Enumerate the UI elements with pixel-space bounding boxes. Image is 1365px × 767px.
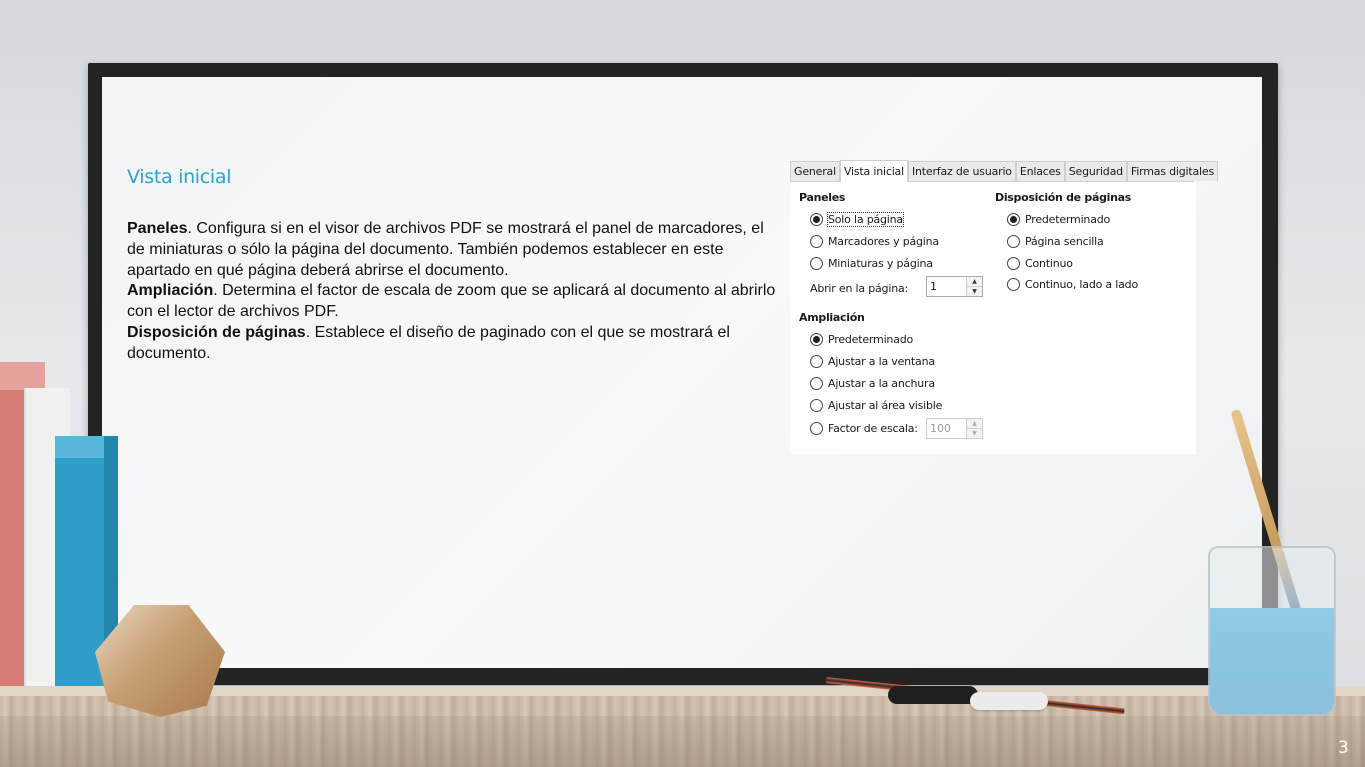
- zoom-option-default[interactable]: Predeterminado: [810, 331, 913, 347]
- tab-initial-view[interactable]: Vista inicial: [839, 160, 908, 182]
- panels-section-label: Paneles: [799, 191, 846, 204]
- radio-icon: [810, 398, 823, 412]
- option-label: Predeterminado: [828, 332, 914, 346]
- option-label: Continuo, lado a lado: [1025, 277, 1138, 291]
- option-label: Miniaturas y página: [828, 256, 933, 270]
- slide-body: Paneles. Configura si en el visor de arc…: [127, 219, 779, 365]
- radio-selected-icon: [810, 332, 823, 346]
- option-label: Marcadores y página: [828, 234, 939, 248]
- black-marker: [888, 686, 978, 704]
- open-page-label: Abrir en la página:: [810, 281, 909, 295]
- option-label: Ajustar a la ventana: [828, 354, 935, 368]
- zoom-option-fit-visible[interactable]: Ajustar al área visible: [810, 397, 942, 413]
- scale-factor-spinner[interactable]: 100 ▲ ▼: [926, 418, 983, 439]
- spinner-arrows: ▲ ▼: [966, 419, 982, 438]
- zoom-option-fit-width[interactable]: Ajustar a la anchura: [810, 375, 935, 391]
- radio-icon: [810, 376, 823, 390]
- paragraph-heading-panels: Paneles: [127, 220, 188, 237]
- spin-down-icon[interactable]: ▼: [967, 287, 982, 296]
- slide-title: Vista inicial: [127, 166, 232, 188]
- option-label: Página sencilla: [1025, 234, 1104, 248]
- zoom-section-label: Ampliación: [799, 311, 865, 324]
- radio-icon: [810, 421, 823, 435]
- paragraph-text-panels: . Configura si en el visor de archivos P…: [127, 220, 764, 279]
- option-label: Ajustar al área visible: [828, 398, 943, 412]
- panels-option-page-only[interactable]: Solo la página: [810, 211, 904, 227]
- tab-digital-signatures[interactable]: Firmas digitales: [1126, 161, 1219, 181]
- tab-general[interactable]: General: [790, 161, 840, 181]
- radio-icon: [1007, 256, 1020, 270]
- paragraph-text-zoom: . Determina el factor de escala de zoom …: [127, 282, 776, 321]
- tab-security[interactable]: Seguridad: [1064, 161, 1127, 181]
- radio-icon: [810, 354, 823, 368]
- zoom-option-fit-window[interactable]: Ajustar a la ventana: [810, 353, 935, 369]
- panels-option-thumbnails[interactable]: Miniaturas y página: [810, 255, 933, 271]
- open-page-spinner[interactable]: 1 ▲ ▼: [926, 276, 983, 297]
- radio-icon: [810, 256, 823, 270]
- layout-option-continuous[interactable]: Continuo: [1007, 255, 1073, 271]
- spin-up-icon[interactable]: ▲: [967, 419, 982, 429]
- option-label: Predeterminado: [1025, 212, 1111, 226]
- eraser: [970, 692, 1048, 710]
- option-label: Solo la página: [827, 211, 904, 227]
- scale-factor-value: 100: [930, 422, 951, 435]
- spinner-arrows: ▲ ▼: [966, 277, 982, 296]
- tab-links[interactable]: Enlaces: [1015, 161, 1065, 181]
- zoom-option-scale-factor[interactable]: Factor de escala:: [810, 420, 918, 436]
- radio-selected-icon: [810, 212, 823, 226]
- spin-down-icon[interactable]: ▼: [967, 429, 982, 438]
- option-label: Continuo: [1025, 256, 1073, 270]
- radio-icon: [810, 234, 823, 248]
- pdf-options-dialog: General Vista inicial Interfaz de usuari…: [790, 160, 1219, 454]
- radio-selected-icon: [1007, 212, 1020, 226]
- panels-option-bookmarks[interactable]: Marcadores y página: [810, 233, 939, 249]
- page-number: 3: [1338, 738, 1349, 758]
- paragraph-heading-zoom: Ampliación: [127, 282, 214, 300]
- layout-option-default[interactable]: Predeterminado: [1007, 211, 1110, 227]
- option-label: Factor de escala:: [828, 421, 918, 435]
- dialog-tabs: General Vista inicial Interfaz de usuari…: [790, 160, 1219, 182]
- radio-icon: [1007, 234, 1020, 248]
- open-page-value: 1: [930, 280, 937, 293]
- spin-up-icon[interactable]: ▲: [967, 277, 982, 287]
- glass-jar: [1208, 546, 1336, 716]
- layout-option-continuous-facing[interactable]: Continuo, lado a lado: [1007, 276, 1138, 292]
- paragraph-heading-layout: Disposición de páginas: [127, 323, 306, 341]
- layout-section-label: Disposición de páginas: [995, 191, 1132, 204]
- option-label: Ajustar a la anchura: [828, 376, 935, 390]
- tab-user-interface[interactable]: Interfaz de usuario: [907, 161, 1016, 181]
- radio-icon: [1007, 277, 1020, 291]
- layout-option-single-page[interactable]: Página sencilla: [1007, 233, 1104, 249]
